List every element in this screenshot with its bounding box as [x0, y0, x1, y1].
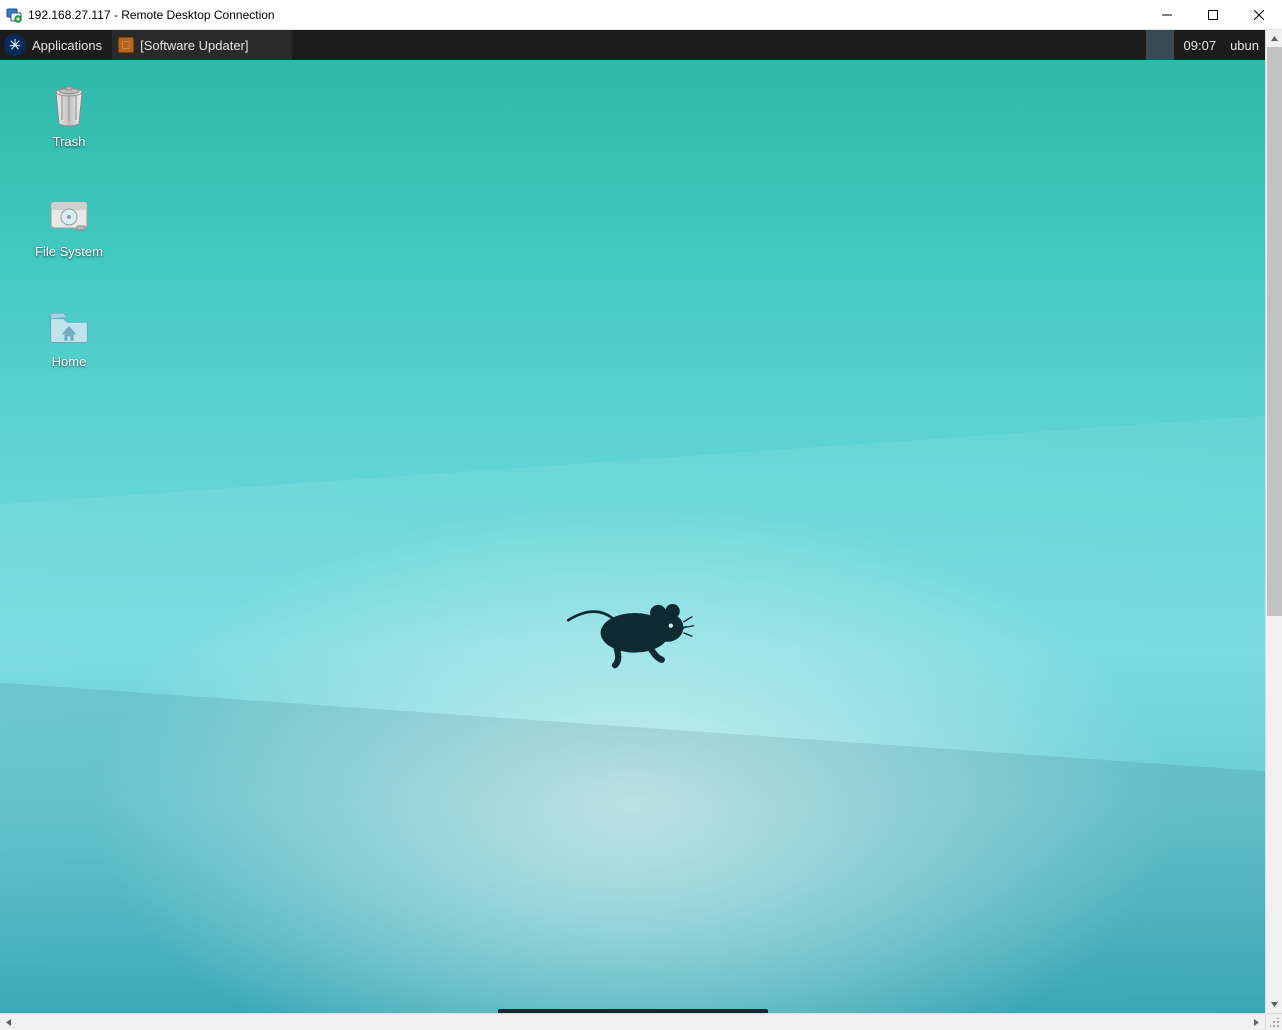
applications-menu-label: Applications: [32, 38, 102, 53]
close-button[interactable]: [1236, 0, 1282, 30]
systray-slot-3[interactable]: [1118, 30, 1146, 60]
horizontal-scrollbar[interactable]: [0, 1013, 1265, 1030]
rdp-icon: [6, 7, 22, 23]
software-updater-icon: [118, 37, 134, 53]
rdp-client-area: Applications [Software Updater] 09:07 ub…: [0, 30, 1282, 1030]
desktop-icon-filesystem-label: File System: [14, 244, 124, 259]
scroll-left-arrow-icon[interactable]: [0, 1014, 17, 1030]
minimize-button[interactable]: [1144, 0, 1190, 30]
taskbar-button-software-updater[interactable]: [Software Updater]: [112, 30, 292, 60]
home-folder-icon: [47, 304, 91, 348]
systray-slot-1[interactable]: [1062, 30, 1090, 60]
panel-username-label: ubun: [1230, 38, 1259, 53]
vertical-scrollbar[interactable]: [1265, 30, 1282, 1013]
panel-username[interactable]: ubun: [1226, 30, 1265, 60]
xfce-logo-icon: [4, 34, 26, 56]
xfce-desktop[interactable]: Applications [Software Updater] 09:07 ub…: [0, 30, 1265, 1013]
resize-grip-icon[interactable]: [1265, 1013, 1282, 1030]
rdp-window-title: 192.168.27.117 - Remote Desktop Connecti…: [28, 8, 275, 22]
rdp-window-titlebar[interactable]: 192.168.27.117 - Remote Desktop Connecti…: [0, 0, 1282, 30]
desktop-icon-trash-label: Trash: [14, 134, 124, 149]
desktop-icon-trash[interactable]: Trash: [14, 84, 124, 149]
applications-menu-button[interactable]: Applications: [0, 30, 110, 60]
drive-icon: [47, 194, 91, 238]
trash-icon: [47, 84, 91, 128]
systray-highlight[interactable]: [1146, 30, 1174, 60]
remote-viewport[interactable]: Applications [Software Updater] 09:07 ub…: [0, 30, 1265, 1013]
scroll-down-arrow-icon[interactable]: [1266, 996, 1282, 1013]
desktop-icon-home-label: Home: [14, 354, 124, 369]
scroll-up-arrow-icon[interactable]: [1266, 30, 1282, 47]
panel-clock-time: 09:07: [1184, 38, 1217, 53]
vertical-scrollbar-track[interactable]: [1266, 47, 1282, 996]
scroll-right-arrow-icon[interactable]: [1248, 1014, 1265, 1030]
vertical-scrollbar-thumb[interactable]: [1267, 47, 1282, 616]
desktop-icon-home[interactable]: Home: [14, 304, 124, 369]
xfce-top-panel[interactable]: Applications [Software Updater] 09:07 ub…: [0, 30, 1265, 60]
systray-slot-2[interactable]: [1090, 30, 1118, 60]
xfce-mouse-logo: [558, 586, 708, 676]
horizontal-scrollbar-track[interactable]: [17, 1014, 1248, 1030]
maximize-button[interactable]: [1190, 0, 1236, 30]
desktop-icon-filesystem[interactable]: File System: [14, 194, 124, 259]
taskbar-button-label: [Software Updater]: [140, 38, 248, 53]
desktop-wallpaper[interactable]: Trash File System: [0, 60, 1265, 1013]
panel-clock[interactable]: 09:07: [1174, 30, 1227, 60]
